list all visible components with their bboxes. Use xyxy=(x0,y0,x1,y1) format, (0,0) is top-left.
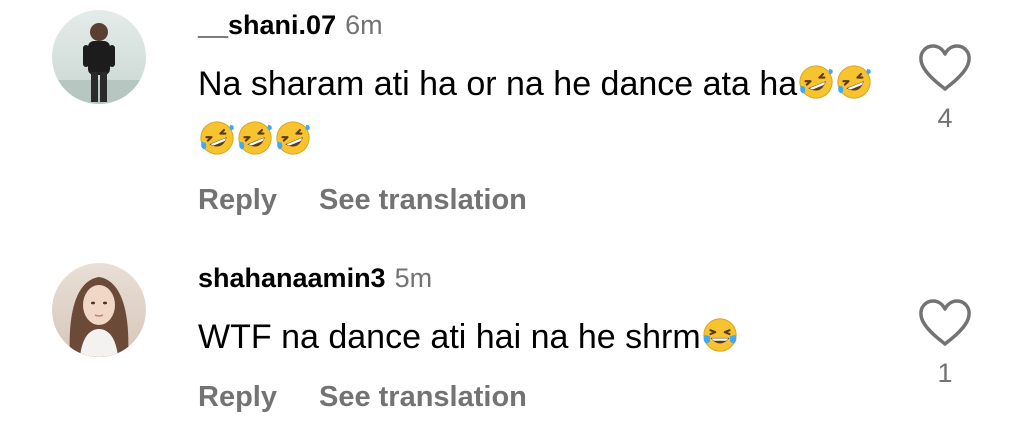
heart-outline-icon[interactable] xyxy=(916,43,974,93)
rofl-emoji-icon xyxy=(200,121,234,155)
username[interactable]: shahanaamin3 xyxy=(198,263,386,294)
like-count: 4 xyxy=(937,103,953,133)
like-control: 4 xyxy=(916,43,974,134)
rofl-emoji-icon xyxy=(276,121,310,155)
reply-button[interactable]: Reply xyxy=(198,184,277,217)
rofl-emoji-icon xyxy=(238,121,272,155)
rofl-emoji-icon xyxy=(837,65,871,99)
comment-text: WTF na dance ati hai na he shrm xyxy=(198,309,888,365)
see-translation-button[interactable]: See translation xyxy=(319,381,527,414)
heart-outline-icon[interactable] xyxy=(916,298,974,348)
emoji-group xyxy=(701,318,739,356)
comment-body: __shani.07 6m Na sharam ati ha or na he … xyxy=(198,10,888,220)
comment-actions: Reply See translation xyxy=(198,180,888,220)
comment-item: __shani.07 6m Na sharam ati ha or na he … xyxy=(0,0,1024,218)
rofl-emoji-icon xyxy=(799,65,833,99)
comment-text-content: Na sharam ati ha or na he dance ata ha xyxy=(198,65,798,103)
comment-text-content: WTF na dance ati hai na he shrm xyxy=(198,318,701,356)
like-control: 1 xyxy=(916,298,974,389)
comment-body: shahanaamin3 5m WTF na dance ati hai na … xyxy=(198,263,888,417)
username[interactable]: __shani.07 xyxy=(198,10,336,41)
comment-meta: shahanaamin3 5m xyxy=(198,263,888,303)
avatar[interactable] xyxy=(52,10,146,104)
see-translation-button[interactable]: See translation xyxy=(319,184,527,217)
reply-button[interactable]: Reply xyxy=(198,381,277,414)
joy-emoji-icon xyxy=(703,318,737,352)
comment-actions: Reply See translation xyxy=(198,377,888,417)
timestamp: 5m xyxy=(394,263,433,293)
avatar[interactable] xyxy=(52,263,146,357)
like-count: 1 xyxy=(937,358,953,388)
comment-text: Na sharam ati ha or na he dance ata ha xyxy=(198,56,888,168)
timestamp: 6m xyxy=(345,10,383,40)
comment-meta: __shani.07 6m xyxy=(198,10,888,50)
comment-item: shahanaamin3 5m WTF na dance ati hai na … xyxy=(0,218,1024,437)
